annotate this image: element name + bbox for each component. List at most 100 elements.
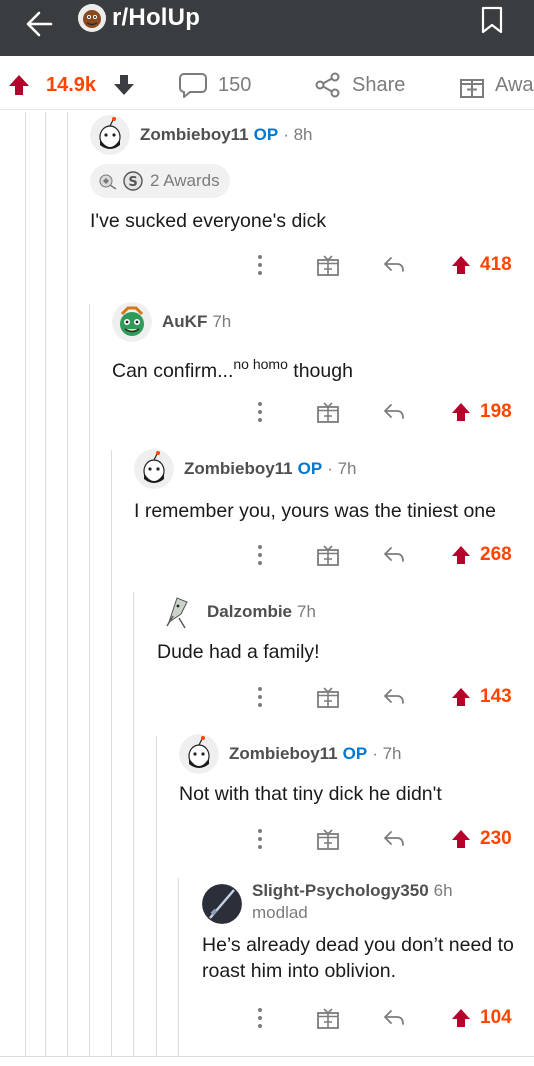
reply-icon[interactable] (382, 682, 406, 712)
award-icon[interactable] (316, 682, 340, 712)
award-icon[interactable] (316, 1003, 340, 1033)
vote-count: 198 (480, 401, 512, 422)
vote-count: 230 (480, 828, 512, 849)
upvote-icon (452, 546, 470, 564)
comment-body: Can confirm...no homo though (112, 356, 353, 382)
vote-count: 104 (480, 1007, 512, 1028)
username[interactable]: AuKF (162, 312, 207, 332)
username[interactable]: Dalzombie (207, 602, 292, 622)
thread-line[interactable] (67, 112, 68, 1056)
comment-icon (179, 73, 207, 98)
timestamp: · 7h (327, 459, 357, 478)
avatar[interactable] (90, 115, 130, 155)
comment: Zombieboy11 OP · 7h Not with that tiny d… (179, 734, 442, 807)
timestamp: 7h (297, 602, 316, 621)
thread-line[interactable] (25, 112, 26, 1056)
subreddit-name[interactable]: r/HolUp (112, 4, 200, 32)
thread-line[interactable] (133, 592, 134, 1056)
more-options-icon[interactable] (248, 397, 272, 427)
downvote-icon (114, 75, 134, 95)
vote-count: 143 (480, 686, 512, 707)
upvote-button[interactable]: 143 (450, 682, 512, 712)
timestamp: 6h (433, 881, 453, 900)
avatar[interactable] (134, 449, 174, 489)
bookmark-icon[interactable] (478, 4, 506, 36)
post-score: 14.9k (46, 73, 97, 96)
reply-icon[interactable] (382, 540, 406, 570)
thread-line[interactable] (156, 736, 157, 1056)
upvote-button[interactable]: 198 (450, 397, 512, 427)
comment-actions: 143 (244, 682, 534, 712)
post-action-bar: 14.9k 150 Share Awa (0, 60, 534, 110)
username[interactable]: Zombieboy11 (229, 744, 338, 764)
op-badge: OP (253, 125, 279, 144)
comment-body: Not with that tiny dick he didn't (179, 783, 442, 805)
upvote-button[interactable]: 418 (450, 250, 512, 280)
comment-body: I've sucked everyone's dick (90, 210, 327, 232)
awards-badge[interactable]: S 2 Awards (90, 164, 230, 198)
back-arrow-icon[interactable] (22, 6, 58, 42)
avatar[interactable] (202, 884, 242, 924)
award-icon[interactable] (316, 397, 340, 427)
timestamp: 7h (212, 312, 232, 331)
op-badge: OP (297, 459, 323, 478)
username[interactable]: Zombieboy11 (184, 459, 293, 479)
upvote-button[interactable]: 230 (450, 824, 512, 854)
upvote-icon (452, 403, 470, 421)
upvote-button[interactable]: 268 (450, 540, 512, 570)
more-options-icon[interactable] (248, 824, 272, 854)
more-options-icon[interactable] (248, 1003, 272, 1033)
more-options-icon[interactable] (248, 250, 272, 280)
comment-actions: 198 (244, 397, 534, 427)
reply-icon[interactable] (382, 250, 406, 280)
upvote-icon (9, 75, 29, 95)
username[interactable]: Zombieboy11 (140, 125, 249, 145)
upvote-icon (452, 256, 470, 274)
comment-body: Dude had a family! (157, 641, 320, 663)
reply-icon[interactable] (382, 824, 406, 854)
silver-award-icon: S (123, 171, 143, 191)
awards-count: 2 Awards (150, 171, 220, 190)
post-downvote-button[interactable] (113, 70, 135, 100)
award-button[interactable]: Awa (458, 70, 534, 100)
comment: Slight-Psychology350 6h modlad He’s alre… (202, 880, 514, 984)
award-icon[interactable] (316, 824, 340, 854)
comment: AuKF 7h Can confirm...no homo though (112, 302, 353, 384)
comment-actions: 418 (244, 250, 534, 280)
vote-count: 268 (480, 544, 512, 565)
thread-line[interactable] (89, 304, 90, 1056)
share-button[interactable]: Share (314, 70, 405, 100)
upvote-icon (452, 1009, 470, 1027)
reply-icon[interactable] (382, 397, 406, 427)
subreddit-avatar[interactable] (78, 4, 106, 32)
user-flair: modlad (252, 903, 308, 922)
upvote-icon (452, 688, 470, 706)
gift-icon (460, 79, 484, 98)
award-icon[interactable] (316, 250, 340, 280)
timestamp: · 8h (283, 125, 313, 144)
reply-icon[interactable] (382, 1003, 406, 1033)
comments-button[interactable]: 150 (178, 70, 251, 100)
award-icon[interactable] (316, 540, 340, 570)
comment: Dalzombie 7h Dude had a family! (157, 592, 320, 665)
avatar[interactable] (157, 592, 197, 632)
comment-actions: 104 (244, 1003, 534, 1033)
avatar[interactable] (112, 302, 152, 342)
post-upvote-button[interactable] (8, 70, 30, 100)
comment-actions: 230 (244, 824, 534, 854)
thread-line[interactable] (178, 878, 179, 1056)
comment: Zombieboy11 OP · 7h I remember you, your… (134, 449, 496, 524)
svg-text:S: S (128, 175, 137, 190)
comment-body: He’s already dead you don’t need to roas… (202, 934, 514, 982)
more-options-icon[interactable] (248, 540, 272, 570)
thread-line[interactable] (111, 450, 112, 1056)
comment-actions: 268 (244, 540, 534, 570)
share-icon (315, 72, 340, 98)
upvote-button[interactable]: 104 (450, 1003, 512, 1033)
award-icon (99, 174, 117, 190)
more-options-icon[interactable] (248, 682, 272, 712)
avatar[interactable] (179, 734, 219, 774)
username[interactable]: Slight-Psychology350 (252, 881, 429, 901)
vote-count: 418 (480, 254, 512, 275)
thread-line[interactable] (45, 112, 46, 1056)
